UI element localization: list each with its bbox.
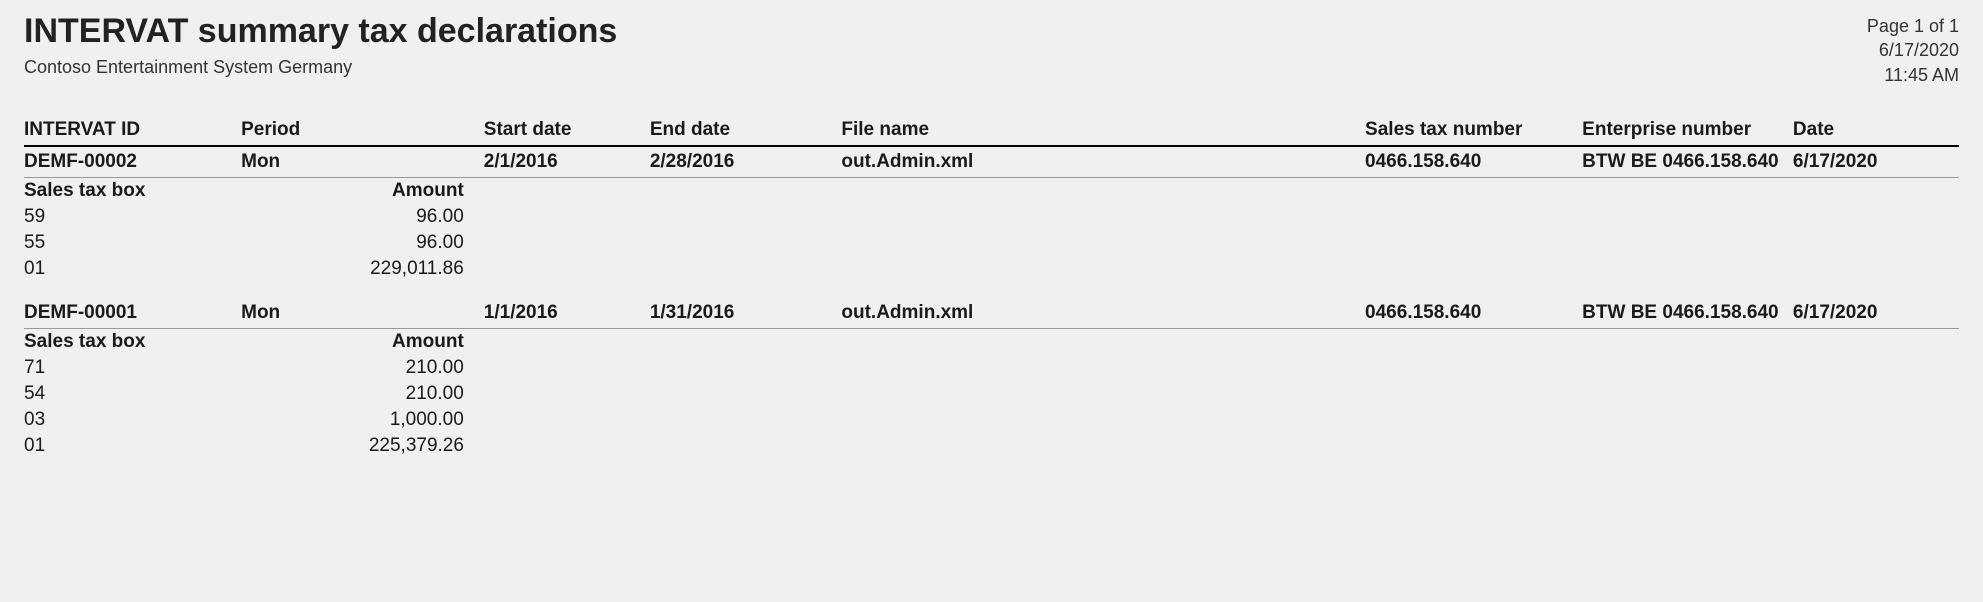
tax-box-spacer — [484, 381, 1959, 407]
sales-tax-number-cell: 0466.158.640 — [1365, 282, 1582, 329]
tax-box-cell: 01 — [24, 256, 369, 282]
tax-box-spacer — [484, 204, 1959, 230]
tax-box-cell: 59 — [24, 204, 369, 230]
col-start-date: Start date — [484, 115, 650, 146]
tax-box-spacer — [484, 355, 1959, 381]
intervat-id-cell: DEMF-00002 — [24, 146, 241, 178]
file-name-cell: out.Admin.xml — [841, 146, 1365, 178]
report-title: INTERVAT summary tax declarations — [24, 12, 617, 51]
header-right: Page 1 of 1 6/17/2020 11:45 AM — [1867, 12, 1959, 87]
tax-box-row: 031,000.00 — [24, 407, 1959, 433]
amount-cell: 1,000.00 — [369, 407, 484, 433]
end-date-cell: 2/28/2016 — [650, 146, 842, 178]
tax-box-spacer — [484, 230, 1959, 256]
sub-col-sales-tax-box: Sales tax box — [24, 328, 369, 355]
print-time: 11:45 AM — [1867, 63, 1959, 87]
sub-header-row: Sales tax boxAmount — [24, 177, 1959, 204]
tax-box-row: 5996.00 — [24, 204, 1959, 230]
tax-box-cell: 03 — [24, 407, 369, 433]
declarations-table: INTERVAT ID Period Start date End date F… — [24, 115, 1959, 459]
declaration-row: DEMF-00002Mon2/1/20162/28/2016out.Admin.… — [24, 146, 1959, 178]
period-cell: Mon — [241, 282, 484, 329]
tax-box-row: 54210.00 — [24, 381, 1959, 407]
table-body: DEMF-00002Mon2/1/20162/28/2016out.Admin.… — [24, 146, 1959, 459]
sub-header-spacer — [484, 177, 1959, 204]
header-left: INTERVAT summary tax declarations Contos… — [24, 12, 617, 78]
amount-cell: 96.00 — [369, 204, 484, 230]
enterprise-number-cell: BTW BE 0466.158.640 — [1582, 282, 1793, 329]
amount-cell: 225,379.26 — [369, 433, 484, 459]
table-header: INTERVAT ID Period Start date End date F… — [24, 115, 1959, 146]
col-period: Period — [241, 115, 484, 146]
file-name-cell: out.Admin.xml — [841, 282, 1365, 329]
sub-col-amount: Amount — [369, 328, 484, 355]
tax-box-row: 01225,379.26 — [24, 433, 1959, 459]
sub-col-sales-tax-box: Sales tax box — [24, 177, 369, 204]
print-date: 6/17/2020 — [1867, 38, 1959, 62]
sales-tax-number-cell: 0466.158.640 — [1365, 146, 1582, 178]
tax-box-cell: 54 — [24, 381, 369, 407]
tax-box-row: 5596.00 — [24, 230, 1959, 256]
tax-box-spacer — [484, 256, 1959, 282]
period-cell: Mon — [241, 146, 484, 178]
tax-box-row: 71210.00 — [24, 355, 1959, 381]
start-date-cell: 2/1/2016 — [484, 146, 650, 178]
intervat-id-cell: DEMF-00001 — [24, 282, 241, 329]
tax-box-cell: 71 — [24, 355, 369, 381]
end-date-cell: 1/31/2016 — [650, 282, 842, 329]
amount-cell: 229,011.86 — [369, 256, 484, 282]
declaration-row: DEMF-00001Mon1/1/20161/31/2016out.Admin.… — [24, 282, 1959, 329]
sub-col-amount: Amount — [369, 177, 484, 204]
col-sales-tax-number: Sales tax number — [1365, 115, 1582, 146]
sub-header-row: Sales tax boxAmount — [24, 328, 1959, 355]
report-header: INTERVAT summary tax declarations Contos… — [24, 12, 1959, 87]
tax-box-row: 01229,011.86 — [24, 256, 1959, 282]
col-enterprise-number: Enterprise number — [1582, 115, 1793, 146]
col-intervat-id: INTERVAT ID — [24, 115, 241, 146]
col-date: Date — [1793, 115, 1959, 146]
page-info: Page 1 of 1 — [1867, 14, 1959, 38]
col-file-name: File name — [841, 115, 1365, 146]
amount-cell: 210.00 — [369, 381, 484, 407]
tax-box-cell: 01 — [24, 433, 369, 459]
tax-box-spacer — [484, 407, 1959, 433]
company-name: Contoso Entertainment System Germany — [24, 57, 617, 78]
amount-cell: 96.00 — [369, 230, 484, 256]
start-date-cell: 1/1/2016 — [484, 282, 650, 329]
sub-header-spacer — [484, 328, 1959, 355]
date-cell: 6/17/2020 — [1793, 282, 1959, 329]
tax-box-spacer — [484, 433, 1959, 459]
date-cell: 6/17/2020 — [1793, 146, 1959, 178]
tax-box-cell: 55 — [24, 230, 369, 256]
enterprise-number-cell: BTW BE 0466.158.640 — [1582, 146, 1793, 178]
col-end-date: End date — [650, 115, 842, 146]
amount-cell: 210.00 — [369, 355, 484, 381]
